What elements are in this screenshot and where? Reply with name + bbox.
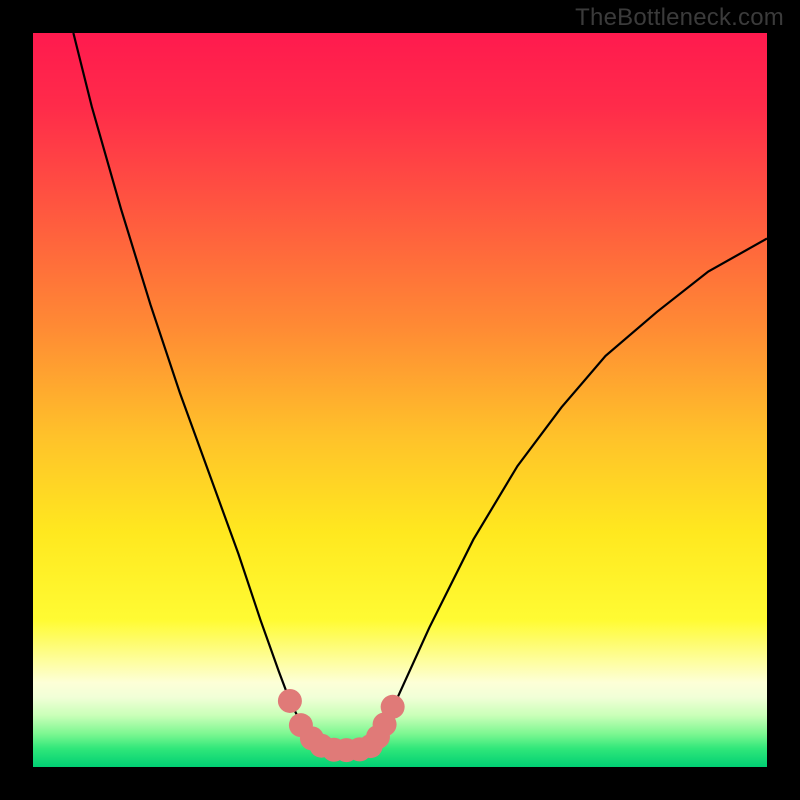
bead-0 xyxy=(278,689,302,713)
watermark-text: TheBottleneck.com xyxy=(575,4,784,32)
bottleneck-chart xyxy=(33,33,767,767)
plot-area xyxy=(33,33,767,767)
heatmap-background xyxy=(33,33,767,767)
chart-frame: TheBottleneck.com xyxy=(0,0,800,800)
bead-10 xyxy=(381,695,405,719)
